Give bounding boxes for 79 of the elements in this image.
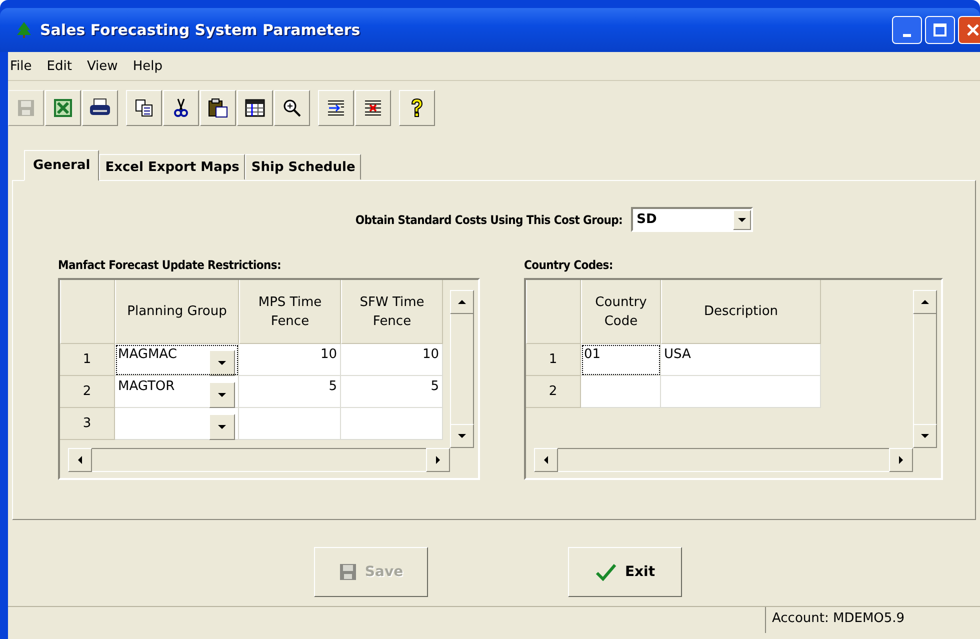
up-arrow-icon — [458, 300, 466, 304]
right-arrow-icon — [899, 456, 903, 464]
table-cell[interactable] — [239, 408, 341, 440]
row-number: 1 — [60, 344, 115, 376]
column-header: Planning Group — [115, 280, 239, 344]
insert-row-tool-button[interactable] — [318, 90, 354, 126]
maximize-icon — [933, 23, 947, 37]
tree-icon — [16, 21, 32, 39]
tab[interactable]: Ship Schedule — [245, 154, 362, 180]
cost-group-dropdown[interactable]: SD — [630, 207, 753, 232]
printer-icon — [89, 98, 111, 118]
row-number: 2 — [60, 376, 115, 408]
clipboard-icon — [208, 98, 228, 118]
spreadsheet-icon — [53, 98, 73, 118]
column-header: Description — [661, 280, 821, 344]
account-status: Account: MDEMO5.9 — [765, 607, 970, 633]
grid-corner — [526, 280, 581, 344]
horizontal-scrollbar[interactable] — [534, 448, 913, 472]
cost-group-label: Obtain Standard Costs Using This Cost Group: — [355, 212, 623, 226]
window-title: Sales Forecasting System Parameters — [40, 21, 360, 39]
table-cell[interactable]: 10 — [341, 344, 443, 376]
table-cell[interactable]: 10 — [239, 344, 341, 376]
grid-title: Manfact Forecast Update Restrictions: — [58, 258, 282, 272]
row-number: 2 — [526, 376, 581, 408]
close-button[interactable] — [958, 16, 980, 44]
column-header: MPS Time Fence — [239, 280, 341, 344]
zoom-icon — [283, 99, 301, 117]
menu-item[interactable]: Edit — [46, 58, 72, 74]
tab[interactable]: General — [24, 150, 100, 181]
table-cell[interactable]: 5 — [239, 376, 341, 408]
menu-item[interactable]: View — [86, 58, 118, 74]
vertical-scrollbar[interactable] — [913, 290, 937, 448]
grid-title: Country Codes: — [524, 258, 614, 272]
table-cell[interactable]: 01 — [581, 344, 661, 376]
copy-icon — [135, 99, 153, 117]
table-cell[interactable]: MAGTOR — [115, 376, 239, 408]
left-arrow-icon — [544, 456, 548, 464]
left-arrow-icon — [78, 456, 82, 464]
paste-tool-button[interactable] — [200, 90, 236, 126]
zoom-tool-button[interactable] — [274, 90, 310, 126]
table-cell[interactable] — [115, 408, 239, 440]
minimize-icon — [903, 34, 911, 36]
checkmark-icon — [594, 563, 617, 581]
insert-row-icon — [327, 99, 345, 117]
down-arrow-icon — [458, 434, 466, 438]
table-cell[interactable] — [341, 408, 443, 440]
column-header: Country Code — [581, 280, 661, 344]
table-cell[interactable]: USA — [661, 344, 821, 376]
right-arrow-icon — [436, 456, 440, 464]
cut-tool-button[interactable] — [163, 90, 199, 126]
help-tool-button[interactable] — [399, 90, 435, 126]
down-arrow-icon — [921, 434, 929, 438]
print-tool-button[interactable] — [82, 90, 118, 126]
table-cell[interactable] — [581, 376, 661, 408]
minimize-button[interactable] — [892, 16, 922, 44]
copy-tool-button[interactable] — [126, 90, 162, 126]
delete-row-icon — [364, 99, 382, 117]
vertical-scrollbar[interactable] — [450, 290, 474, 448]
table-cell[interactable]: 5 — [341, 376, 443, 408]
grid-tool-button[interactable] — [237, 90, 273, 126]
excel-tool-button[interactable] — [45, 90, 81, 126]
menu-item[interactable]: File — [10, 58, 32, 74]
grid-corner — [60, 280, 115, 344]
menu-item[interactable]: Help — [132, 58, 162, 74]
exit-button[interactable]: Exit — [568, 547, 682, 597]
horizontal-scrollbar[interactable] — [68, 448, 450, 472]
table-cell[interactable]: MAGMAC — [115, 344, 239, 376]
row-number: 1 — [526, 344, 581, 376]
delete-row-tool-button[interactable] — [355, 90, 391, 126]
maximize-button[interactable] — [925, 16, 955, 44]
question-mark-icon — [410, 98, 424, 118]
up-arrow-icon — [921, 300, 929, 304]
table-cell[interactable] — [661, 376, 821, 408]
table-icon — [245, 99, 265, 117]
column-header: SFW Time Fence — [341, 280, 443, 344]
row-number: 3 — [60, 408, 115, 440]
scissors-icon — [173, 98, 189, 118]
tab[interactable]: Excel Export Maps — [99, 154, 246, 180]
close-icon — [966, 23, 980, 37]
